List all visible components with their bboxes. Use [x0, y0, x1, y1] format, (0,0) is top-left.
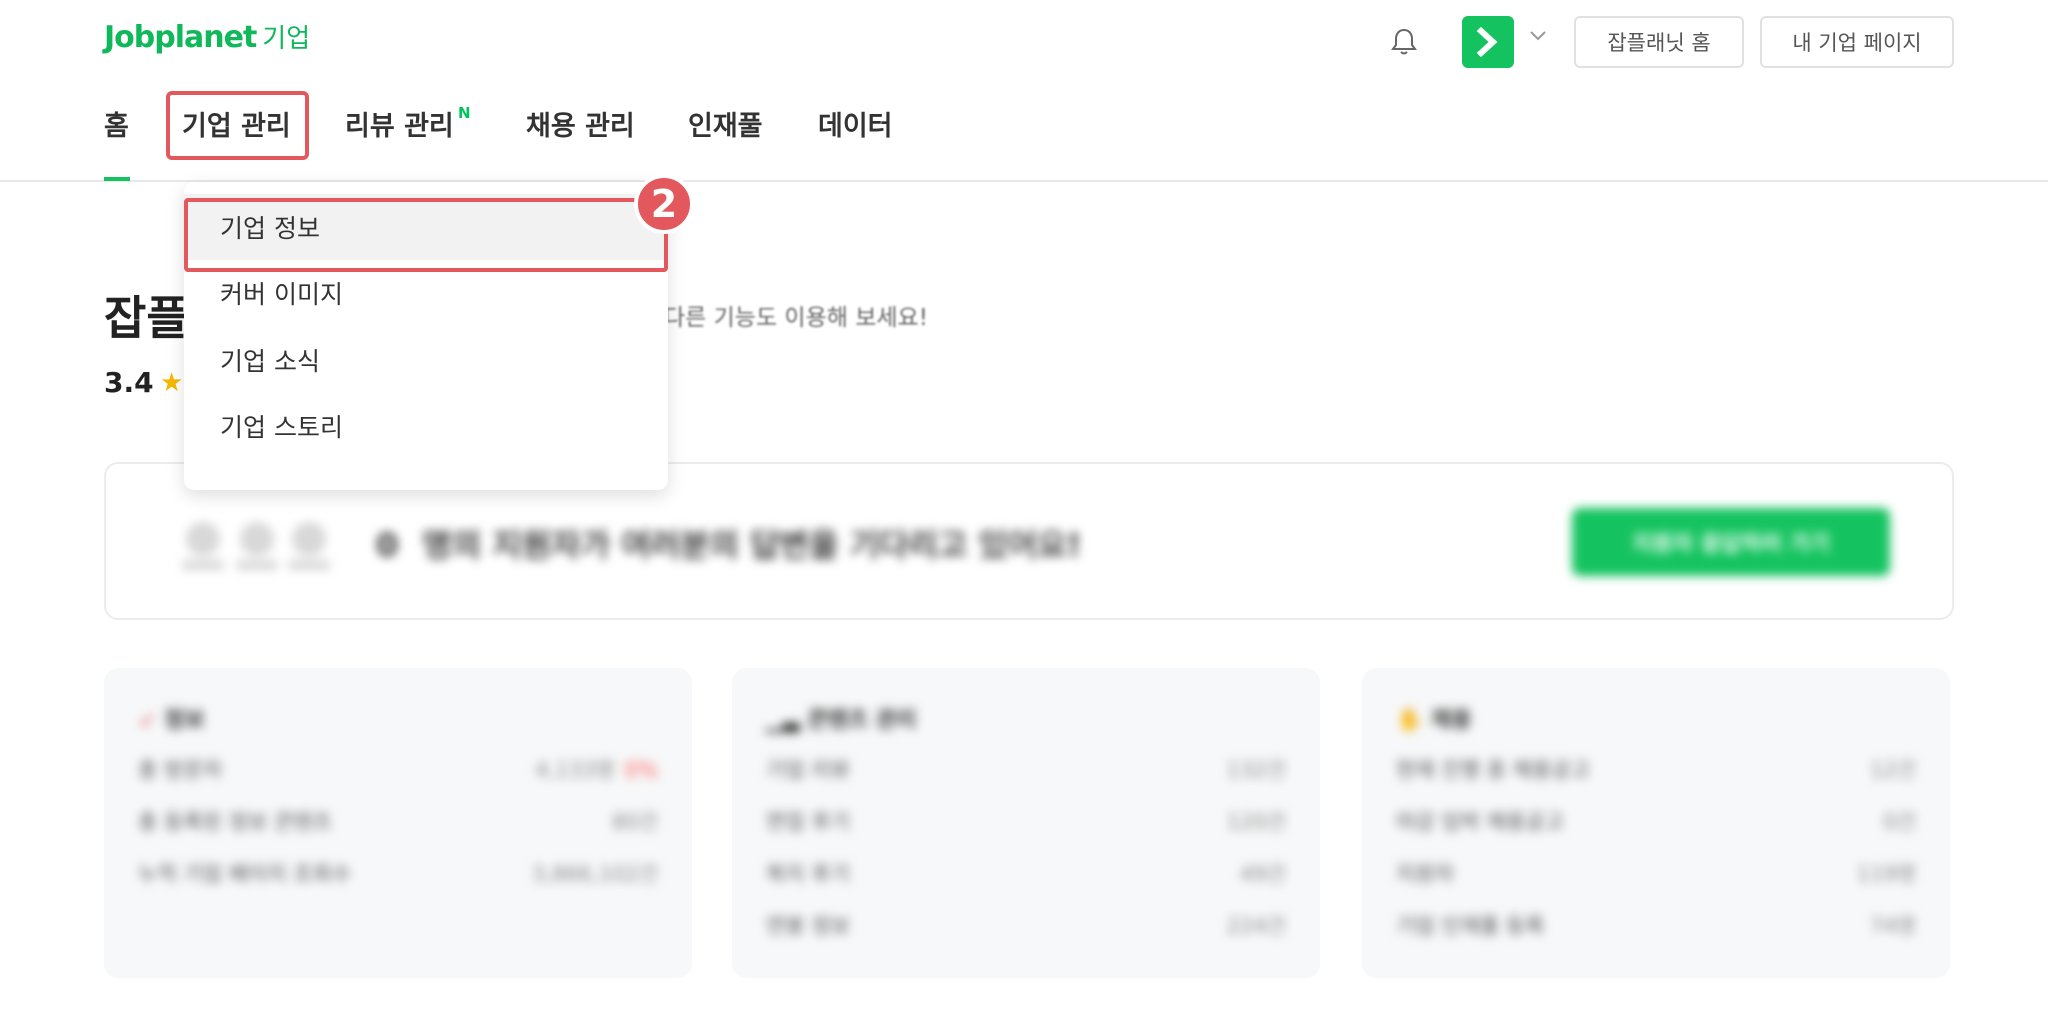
nav-review-management[interactable]: 리뷰 관리: [345, 104, 454, 143]
row-value: 74명: [1869, 914, 1916, 938]
new-badge: N: [458, 104, 471, 122]
row-value: 120건: [1226, 810, 1286, 834]
row-label: 면접 후기: [766, 810, 850, 834]
card-title-text: 콘텐츠 관리: [807, 708, 917, 733]
highlight-box-nav: [166, 91, 309, 160]
row-label: 기업 인재풀 등록: [1396, 914, 1545, 938]
row-label: 총 방문자: [138, 758, 222, 782]
hand-icon: ✋: [1396, 708, 1424, 733]
stats-card-hiring: ✋ 채용 현재 진행 중 채용공고 12건 마감 임박 채용공고 0건 지원자 119…: [1362, 668, 1950, 978]
card-row: 복지 후기 49건: [766, 858, 1286, 888]
nav-active-indicator: [104, 177, 130, 181]
row-label: 지원자: [1396, 862, 1454, 886]
row-label: 복지 후기: [766, 862, 850, 886]
row-label: 현재 진행 중 채용공고: [1396, 758, 1590, 782]
card-title: ✋ 채용: [1396, 702, 1472, 734]
card-row: 지원자 119명: [1396, 858, 1916, 888]
row-label: 마감 임박 채용공고: [1396, 810, 1564, 834]
avatar: [288, 522, 330, 570]
stats-card-content: ▁▃ 콘텐츠 관리 기업 리뷰 132건 면접 후기 120건 복지 후기 49건 연…: [732, 668, 1320, 978]
page-title: 잡플: [104, 291, 189, 345]
menu-item-company-story[interactable]: 기업 스토리: [184, 393, 668, 459]
row-delta: 0%: [624, 758, 658, 782]
card-title: ▁▃ 콘텐츠 관리: [766, 702, 916, 734]
logo-brand: Jobplanet: [104, 20, 257, 55]
stats-card-info: ➶ 정보 총 방문자 4,133명 0% 총 등록된 정보 콘텐츠 80건 누적 기업…: [104, 668, 692, 978]
row-label: 누적 기업 페이지 조회수: [138, 862, 352, 886]
rocket-icon: ➶: [138, 708, 157, 733]
row-value: 80건: [611, 810, 658, 834]
banner-text: 0 명의 지원자가 여러분의 답변을 기다리고 있어요!: [376, 520, 1081, 566]
card-row: 총 등록된 정보 콘텐츠 80건: [138, 806, 658, 836]
bell-icon[interactable]: [1388, 26, 1420, 58]
rating-value: 3.4: [104, 366, 154, 399]
card-row: 현재 진행 중 채용공고 12건: [1396, 754, 1916, 784]
chevron-down-icon[interactable]: [1528, 28, 1548, 44]
my-company-page-button[interactable]: 내 기업 페이지: [1760, 16, 1954, 68]
nav-talent-pool[interactable]: 인재풀: [688, 104, 763, 143]
star-icon: ★: [160, 368, 184, 398]
row-value: 4,133명: [535, 758, 615, 782]
jobplanet-logo[interactable]: Jobplanet 기업: [104, 18, 310, 55]
card-row: 기업 인재풀 등록 74명: [1396, 910, 1916, 940]
row-value: 132건: [1226, 758, 1286, 782]
row-value: 224건: [1226, 914, 1286, 938]
nav-hiring-management[interactable]: 채용 관리: [526, 104, 635, 143]
avatar: [182, 522, 224, 570]
menu-item-company-news[interactable]: 기업 소식: [184, 327, 668, 393]
logo-sub: 기업: [262, 24, 311, 54]
step-number-badge: 2: [634, 174, 694, 234]
respond-applicants-button[interactable]: 지원자 응답하러 가기: [1572, 508, 1890, 576]
nav-data[interactable]: 데이터: [818, 104, 893, 143]
banner-message: 명의 지원자가 여러분의 답변을 기다리고 있어요!: [422, 526, 1082, 564]
row-label: 연봉 정보: [766, 914, 850, 938]
row-label: 기업 리뷰: [766, 758, 850, 782]
nav-home[interactable]: 홈: [104, 104, 129, 143]
card-title-text: 정보: [164, 708, 205, 733]
row-value: 119명: [1856, 862, 1916, 886]
row-label: 총 등록된 정보 콘텐츠: [138, 810, 332, 834]
card-row: 기업 리뷰 132건: [766, 754, 1286, 784]
row-value: 0건: [1883, 810, 1916, 834]
row-value: 49건: [1239, 862, 1286, 886]
company-avatar[interactable]: [1462, 16, 1514, 68]
chart-icon: ▁▃: [766, 708, 800, 733]
avatar: [236, 522, 278, 570]
chevron-right-icon: [1476, 27, 1498, 57]
card-row: 연봉 정보 224건: [766, 910, 1286, 940]
card-row: 총 방문자 4,133명 0%: [138, 754, 658, 784]
card-row: 누적 기업 페이지 조회수 3,866,102건: [138, 858, 658, 888]
card-title: ➶ 정보: [138, 702, 205, 734]
banner-count: 0: [376, 526, 399, 564]
card-row: 마감 임박 채용공고 0건: [1396, 806, 1916, 836]
highlight-box-menu-item: [184, 198, 668, 272]
card-title-text: 채용: [1431, 708, 1472, 733]
jobplanet-home-button[interactable]: 잡플래닛 홈: [1574, 16, 1744, 68]
row-value: 3,866,102건: [531, 862, 658, 886]
page-subtitle: 다른 기능도 이용해 보세요!: [664, 305, 928, 331]
card-row: 면접 후기 120건: [766, 806, 1286, 836]
row-value: 12건: [1869, 758, 1916, 782]
